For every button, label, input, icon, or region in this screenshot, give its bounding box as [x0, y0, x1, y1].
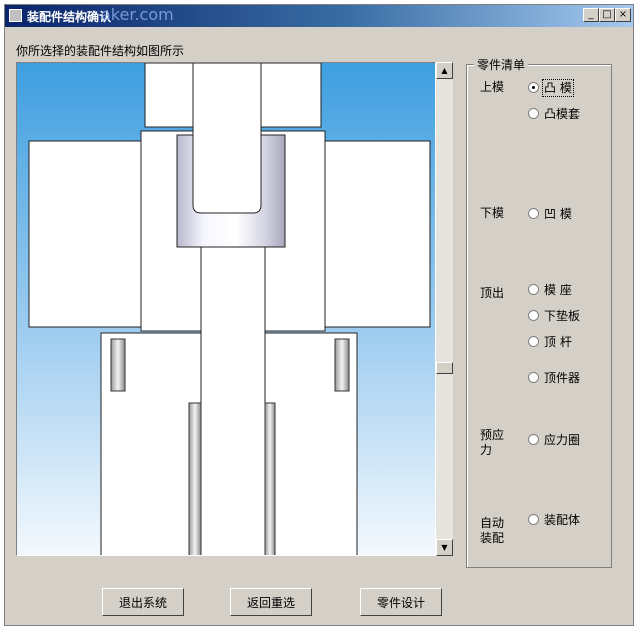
radio-icon[interactable]: [528, 372, 539, 383]
close-button[interactable]: ×: [615, 8, 631, 22]
radio-icon[interactable]: [528, 310, 539, 321]
radio-lower-pad-label: 下垫板: [544, 309, 581, 323]
minimize-button[interactable]: _: [583, 8, 599, 22]
radio-punch[interactable]: 凸 模: [528, 79, 574, 97]
title-bar[interactable]: 装配件结构确认 aker.com _ □ ×: [5, 5, 633, 27]
punch-shaft: [192, 63, 262, 214]
reselect-button[interactable]: 返回重选: [230, 588, 312, 616]
radio-stress-ring[interactable]: 应力圈: [528, 432, 580, 448]
parts-list-legend: 零件清单: [474, 56, 529, 73]
radio-punch-sleeve-label: 凸模套: [544, 107, 581, 121]
radio-ejector[interactable]: 顶件器: [528, 370, 580, 386]
left-guide-pin: [110, 338, 126, 392]
scroll-up-icon[interactable]: ▲: [436, 62, 453, 79]
radio-icon[interactable]: [528, 514, 539, 525]
radio-punch-sleeve[interactable]: 凸模套: [528, 106, 580, 122]
radio-stress-ring-label: 应力圈: [544, 433, 581, 447]
watermark: aker.com: [101, 5, 174, 24]
group-label-upper: 上模: [480, 80, 505, 94]
radio-ejector-label: 顶件器: [544, 371, 581, 385]
radio-die-label: 凹 模: [544, 207, 572, 221]
radio-die[interactable]: 凹 模: [528, 206, 572, 222]
radio-ejector-pin[interactable]: 顶 杆: [528, 334, 572, 350]
preview-scrollbar[interactable]: ▲ ▼: [436, 62, 453, 556]
radio-die-seat[interactable]: 模 座: [528, 282, 572, 298]
ejector-column: [200, 246, 266, 555]
radio-die-seat-label: 模 座: [544, 283, 572, 297]
group-label-lower: 下模: [480, 206, 505, 220]
radio-ejector-pin-label: 顶 杆: [544, 335, 572, 349]
scroll-down-icon[interactable]: ▼: [436, 539, 453, 556]
group-label-auto: 自动装配: [480, 516, 505, 545]
scroll-thumb[interactable]: [436, 362, 453, 374]
radio-icon[interactable]: [528, 434, 539, 445]
radio-assembly[interactable]: 装配体: [528, 512, 580, 528]
assembly-preview: [16, 62, 436, 556]
maximize-button[interactable]: □: [599, 8, 615, 22]
assembly-drawing: [17, 63, 435, 555]
right-bore-wall: [264, 402, 276, 555]
radio-icon[interactable]: [528, 336, 539, 347]
radio-lower-pad[interactable]: 下垫板: [528, 308, 580, 324]
group-label-prestress: 预应力: [480, 428, 505, 457]
group-label-ejection: 顶出: [480, 286, 505, 300]
right-guide-pin: [334, 338, 350, 392]
part-design-button[interactable]: 零件设计: [360, 588, 442, 616]
radio-punch-label: 凸 模: [542, 79, 574, 97]
radio-assembly-label: 装配体: [544, 513, 581, 527]
radio-icon[interactable]: [528, 284, 539, 295]
left-bore-wall: [188, 402, 202, 555]
right-plate: [321, 140, 431, 328]
radio-icon[interactable]: [528, 108, 539, 119]
app-icon: [9, 9, 22, 22]
radio-icon[interactable]: [528, 208, 539, 219]
exit-button[interactable]: 退出系统: [102, 588, 184, 616]
instruction-caption: 你所选择的装配件结构如图所示: [16, 44, 185, 58]
left-plate: [28, 140, 142, 328]
radio-selected-icon[interactable]: [528, 82, 539, 93]
window-title: 装配件结构确认: [27, 10, 112, 24]
